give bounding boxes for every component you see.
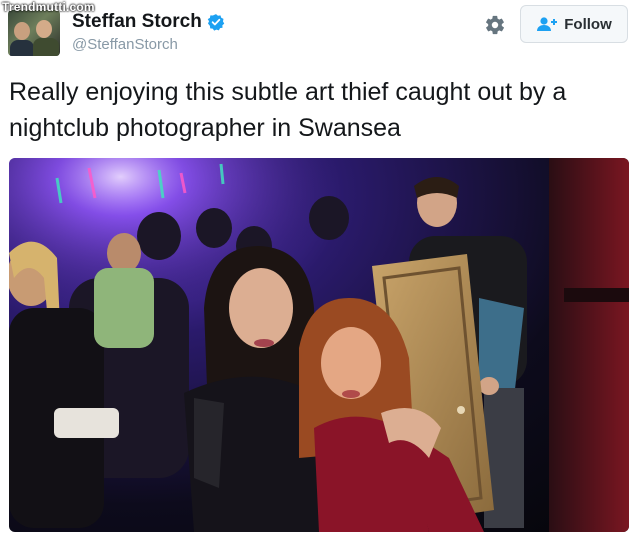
avatar[interactable] [8, 10, 60, 56]
user-handle[interactable]: @SteffanStorch [72, 36, 178, 53]
display-name[interactable]: Steffan Storch [72, 11, 202, 33]
gear-icon[interactable] [484, 14, 506, 36]
follow-button[interactable]: Follow [520, 5, 628, 43]
follow-button-label: Follow [564, 15, 612, 33]
tweet-text: Really enjoying this subtle art thief ca… [9, 78, 567, 142]
nightclub-photo-illustration [9, 158, 629, 532]
user-name-row: Steffan Storch [72, 11, 225, 33]
add-user-icon [537, 17, 558, 31]
site-watermark: Trendmutti.com [2, 0, 95, 14]
verified-badge-icon [207, 14, 225, 31]
tweet-photo[interactable] [9, 158, 629, 532]
